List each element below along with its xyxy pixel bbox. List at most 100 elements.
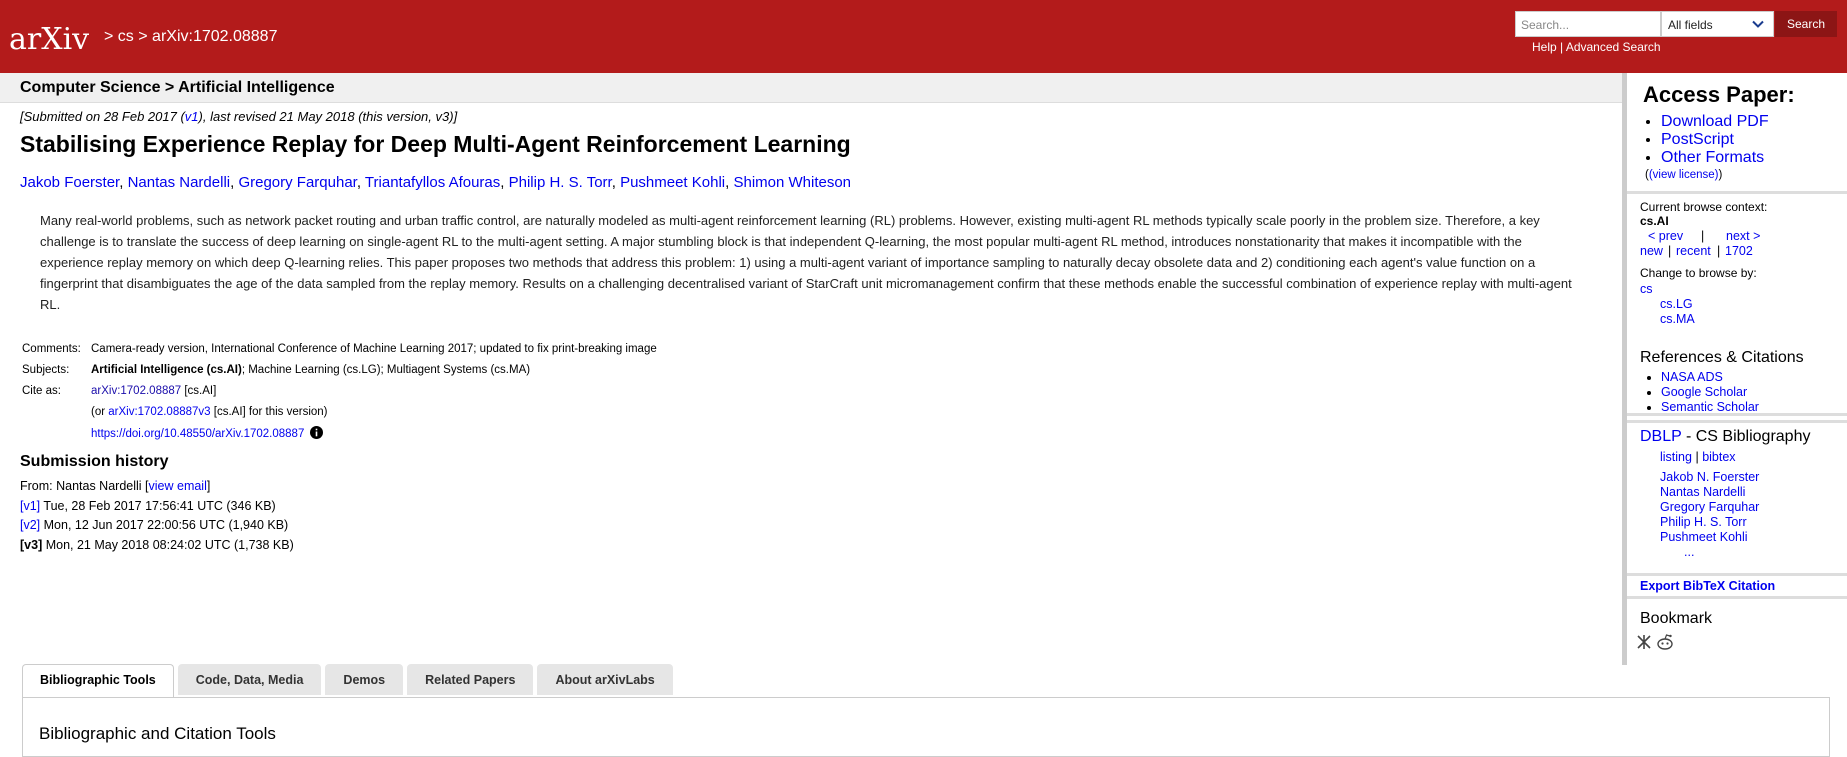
- dblp-heading: DBLP - CS Bibliography: [1640, 428, 1810, 446]
- author-link[interactable]: Nantas Nardelli: [128, 174, 231, 191]
- bibtex-link[interactable]: bibtex: [1702, 450, 1735, 464]
- abstract: Many real-world problems, such as networ…: [40, 213, 1572, 312]
- cite-label: Cite as:: [22, 384, 61, 397]
- recent-link[interactable]: recent: [1676, 244, 1711, 258]
- comments-row: Comments: Camera-ready version, Internat…: [22, 338, 657, 359]
- cite-version-link[interactable]: arXiv:1702.08887v3: [108, 406, 210, 418]
- references-title: References & Citations: [1640, 349, 1804, 366]
- cite2-pre: (or: [91, 405, 109, 418]
- cite-version-value: (or arXiv:1702.08887v3 [cs.AI] for this …: [91, 406, 328, 418]
- version-current-v3: [v3]: [20, 537, 43, 552]
- breadcrumb-sep: >: [104, 28, 114, 45]
- history-version: [v2] Mon, 12 Jun 2017 22:00:56 UTC (1,94…: [20, 516, 294, 536]
- browse-cs-lg-link[interactable]: cs.LG: [1660, 297, 1693, 311]
- dblp-sep: |: [1695, 450, 1699, 464]
- help-link[interactable]: Help: [1532, 40, 1557, 54]
- search-input[interactable]: Search...: [1515, 11, 1661, 37]
- bibsonomy-icon[interactable]: [1636, 634, 1652, 650]
- download-pdf-link[interactable]: Download PDF: [1661, 113, 1769, 130]
- logo-text: arXiv: [9, 22, 89, 57]
- breadcrumb-sep: >: [138, 28, 148, 45]
- context-value: cs.AI: [1640, 214, 1669, 228]
- bookmark-icons: [1636, 634, 1674, 650]
- cite2-post: [cs.AI] for this version): [210, 405, 328, 418]
- v1-link[interactable]: v1: [185, 109, 199, 124]
- dblp-author-link[interactable]: Nantas Nardelli: [1660, 485, 1745, 499]
- browse-cs-link[interactable]: cs: [1640, 282, 1653, 296]
- tab-about-arxivlabs[interactable]: About arXivLabs: [537, 664, 673, 695]
- dblp-author-link[interactable]: Philip H. S. Torr: [1660, 515, 1747, 529]
- other-formats-link[interactable]: Other Formats: [1661, 149, 1764, 166]
- doi-link[interactable]: https://doi.org/10.48550/arXiv.1702.0888…: [91, 428, 304, 440]
- author-list: Jakob Foerster, Nantas Nardelli, Gregory…: [20, 174, 852, 191]
- reddit-icon[interactable]: [1656, 634, 1674, 650]
- doi-value: https://doi.org/10.48550/arXiv.1702.0888…: [91, 425, 324, 440]
- submission-history-title: Submission history: [20, 453, 169, 470]
- listing-link[interactable]: listing: [1660, 450, 1692, 464]
- breadcrumb: > cs > arXiv:1702.08887: [104, 28, 277, 46]
- cite-row: Cite as: arXiv:1702.08887 [cs.AI]: [22, 380, 657, 401]
- dblp-author-link[interactable]: Pushmeet Kohli: [1660, 530, 1748, 544]
- search-button[interactable]: Search: [1775, 11, 1837, 37]
- submitted-post: ), last revised 21 May 2018 (this versio…: [198, 109, 458, 124]
- info-icon[interactable]: [310, 425, 324, 439]
- author-link[interactable]: Triantafyllos Afouras: [365, 174, 500, 191]
- submission-dates: [Submitted on 28 Feb 2017 (v1), last rev…: [20, 109, 457, 124]
- cite-tag: [cs.AI]: [181, 384, 217, 397]
- version-link-v1[interactable]: [v1]: [20, 499, 40, 513]
- subjects-row: Subjects: Artificial Intelligence (cs.AI…: [22, 359, 657, 380]
- dblp-author-link[interactable]: Gregory Farquhar: [1660, 500, 1759, 514]
- access-paper-section: Access Paper: Download PDF PostScript Ot…: [1627, 73, 1847, 194]
- google-scholar-link[interactable]: Google Scholar: [1661, 385, 1747, 399]
- month-link[interactable]: 1702: [1725, 244, 1753, 258]
- dblp-sublinks: listing | bibtex: [1660, 450, 1736, 464]
- new-link[interactable]: new: [1640, 244, 1663, 258]
- comments-label: Comments:: [22, 342, 81, 355]
- next-link[interactable]: next >: [1726, 229, 1760, 243]
- prev-link[interactable]: < prev: [1648, 229, 1683, 243]
- author-link[interactable]: Philip H. S. Torr: [509, 174, 612, 191]
- labs-tabs: Bibliographic Tools Code, Data, Media De…: [22, 664, 673, 698]
- dblp-author-link[interactable]: Jakob N. Foerster: [1660, 470, 1759, 484]
- postscript-link[interactable]: PostScript: [1661, 131, 1734, 148]
- nasa-ads-link[interactable]: NASA ADS: [1661, 370, 1723, 384]
- cite-value: arXiv:1702.08887 [cs.AI]: [91, 385, 216, 397]
- tab-demos[interactable]: Demos: [325, 664, 404, 695]
- paper-title: Stabilising Experience Replay for Deep M…: [20, 131, 851, 157]
- from-post: ]: [206, 479, 211, 493]
- dblp-authors: Jakob N. Foerster Nantas Nardelli Gregor…: [1660, 470, 1759, 560]
- search-field-select[interactable]: All fields: [1661, 11, 1774, 37]
- from-pre: From: Nantas Nardelli [: [20, 479, 149, 493]
- cite-link[interactable]: arXiv:1702.08887: [91, 385, 181, 397]
- arxiv-logo[interactable]: arXiv: [9, 18, 101, 60]
- advanced-search-link[interactable]: Advanced Search: [1566, 40, 1661, 54]
- site-header: arXiv > cs > arXiv:1702.08887 Search... …: [0, 0, 1847, 73]
- author-link[interactable]: Pushmeet Kohli: [620, 174, 725, 191]
- tab-code-data-media[interactable]: Code, Data, Media: [177, 664, 322, 695]
- view-license-link[interactable]: ((view license)): [1645, 169, 1722, 181]
- version-link-v2[interactable]: [v2]: [20, 518, 40, 532]
- browse-cs-ma-link[interactable]: cs.MA: [1660, 312, 1695, 326]
- dblp-link[interactable]: DBLP: [1640, 428, 1682, 445]
- semantic-scholar-link[interactable]: Semantic Scholar: [1661, 400, 1759, 414]
- context-label: Current browse context:: [1640, 200, 1768, 214]
- author-link[interactable]: Gregory Farquhar: [238, 174, 356, 191]
- author-link[interactable]: Jakob Foerster: [20, 174, 119, 191]
- breadcrumb-cs[interactable]: cs: [118, 28, 134, 45]
- author-link[interactable]: Shimon Whiteson: [733, 174, 851, 191]
- tab-related-papers[interactable]: Related Papers: [407, 664, 534, 695]
- subjects-value: Artificial Intelligence (cs.AI); Machine…: [91, 364, 530, 376]
- bookmark-section: Bookmark: [1627, 596, 1847, 661]
- license-text[interactable]: (view license): [1649, 169, 1719, 181]
- export-bibtex-link[interactable]: Export BibTeX Citation: [1640, 579, 1775, 593]
- comments-value: Camera-ready version, International Conf…: [91, 342, 657, 355]
- dblp-section: DBLP - CS Bibliography listing | bibtex …: [1627, 423, 1847, 576]
- view-email-link[interactable]: view email: [149, 479, 207, 493]
- tab-bibliographic-tools[interactable]: Bibliographic Tools: [22, 664, 174, 698]
- dblp-more-link[interactable]: ...: [1684, 545, 1694, 559]
- history-version: [v1] Tue, 28 Feb 2017 17:56:41 UTC (346 …: [20, 497, 294, 517]
- bookmark-title: Bookmark: [1640, 610, 1713, 627]
- doi-row: https://doi.org/10.48550/arXiv.1702.0888…: [22, 422, 657, 443]
- subjects-label: Subjects:: [22, 363, 70, 376]
- category-bar: Computer Science > Artificial Intelligen…: [0, 73, 1622, 103]
